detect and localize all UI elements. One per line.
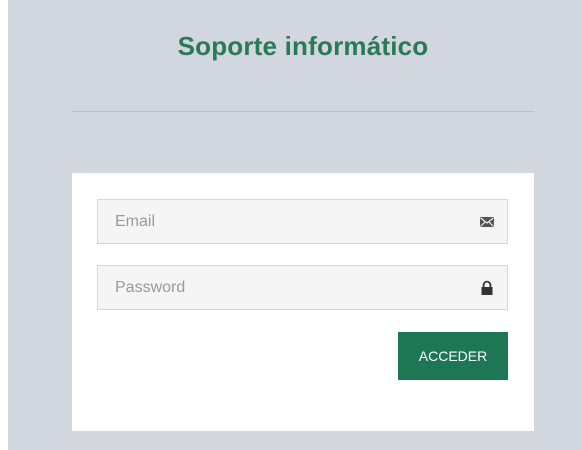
login-page: Soporte informático ACCEDER bbox=[8, 0, 582, 450]
password-field bbox=[97, 265, 508, 310]
acceder-button[interactable]: ACCEDER bbox=[398, 332, 508, 380]
page-title: Soporte informático bbox=[177, 31, 429, 61]
lock-icon bbox=[481, 280, 493, 295]
email-input[interactable] bbox=[98, 200, 468, 243]
email-field bbox=[97, 199, 508, 244]
envelope-icon bbox=[480, 217, 494, 227]
login-card: ACCEDER bbox=[72, 173, 534, 431]
divider bbox=[72, 111, 534, 112]
password-input[interactable] bbox=[98, 266, 468, 309]
